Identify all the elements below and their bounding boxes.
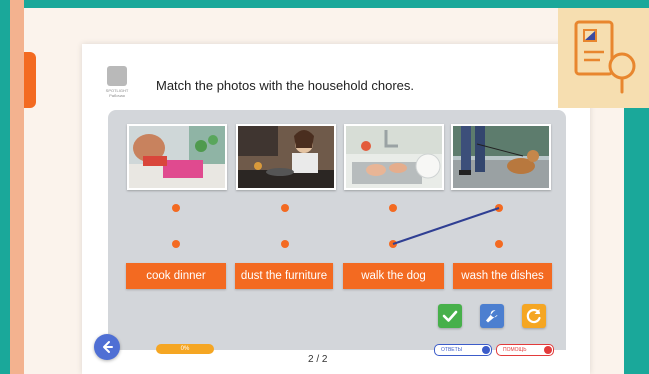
photo-cooking[interactable]	[236, 124, 336, 190]
answers-toggle-label: ОТВЕТЫ	[441, 347, 463, 353]
chore-wash-dishes[interactable]: wash the dishes	[453, 263, 552, 289]
logo-text: SPOTLIGHT Рабочая	[105, 88, 129, 98]
chore-walk-dog[interactable]: walk the dog	[343, 263, 444, 289]
answers-toggle[interactable]: ОТВЕТЫ	[434, 344, 492, 356]
reset-button[interactable]	[522, 304, 546, 328]
publisher-logo: SPOTLIGHT Рабочая	[104, 66, 130, 102]
toggle-knob	[482, 346, 490, 354]
toggle-knob	[544, 346, 552, 354]
instruction-text: Match the photos with the household chor…	[156, 78, 414, 93]
wrench-icon	[486, 310, 498, 323]
help-toggle-label: ПОМОЩЬ	[503, 347, 527, 353]
photo-dot-3[interactable]	[389, 204, 397, 212]
photo-cleaning[interactable]	[127, 124, 227, 190]
photo-dot-1[interactable]	[172, 204, 180, 212]
back-button[interactable]	[94, 334, 120, 360]
photo-dog-walk[interactable]	[451, 124, 551, 190]
chore-dot-4[interactable]	[495, 240, 503, 248]
check-button[interactable]	[438, 304, 462, 328]
photo-dot-2[interactable]	[281, 204, 289, 212]
chore-dot-3[interactable]	[389, 240, 397, 248]
chore-dust-furniture[interactable]: dust the furniture	[235, 263, 333, 289]
side-tab[interactable]	[24, 52, 36, 108]
progress-bar: 0%	[156, 344, 214, 354]
chore-cook-dinner[interactable]: cook dinner	[126, 263, 226, 289]
page-indicator: 2 / 2	[308, 354, 328, 365]
check-icon	[442, 310, 458, 322]
corner-badge	[558, 8, 649, 108]
photo-dishes[interactable]	[344, 124, 444, 190]
help-toggle[interactable]: ПОМОЩЬ	[496, 344, 554, 356]
logo-icon	[107, 66, 127, 86]
chore-dot-1[interactable]	[172, 240, 180, 248]
photo-dot-4[interactable]	[495, 204, 503, 212]
left-strip	[10, 0, 24, 374]
tools-button[interactable]	[480, 304, 504, 328]
document-search-icon	[574, 20, 636, 94]
refresh-icon	[526, 308, 541, 324]
arrow-left-icon	[103, 341, 113, 353]
chore-dot-2[interactable]	[281, 240, 289, 248]
